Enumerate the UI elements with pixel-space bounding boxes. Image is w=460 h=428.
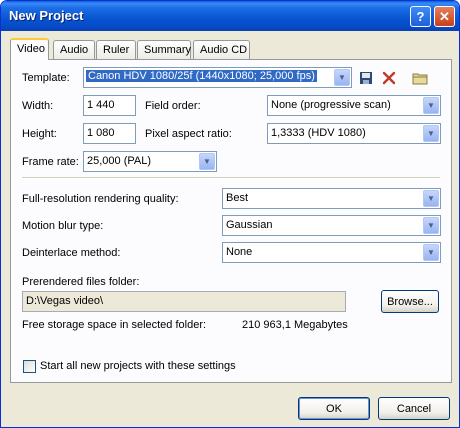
- storage-value: 210 963,1 Megabytes: [242, 319, 348, 331]
- deinterlace-select[interactable]: None ▼: [222, 242, 441, 263]
- save-template-icon[interactable]: [358, 70, 374, 86]
- tab-video[interactable]: Video: [10, 38, 49, 60]
- title-bar[interactable]: New Project ? ✕: [1, 1, 459, 31]
- render-quality-label: Full-resolution rendering quality:: [22, 193, 179, 205]
- chevron-down-icon: ▼: [199, 153, 215, 170]
- help-icon[interactable]: ?: [410, 6, 431, 27]
- field-order-label: Field order:: [145, 100, 201, 112]
- render-quality-select[interactable]: Best ▼: [222, 188, 441, 209]
- delete-template-icon[interactable]: [381, 70, 397, 86]
- template-select[interactable]: Canon HDV 1080/25f (1440x1080; 25,000 fp…: [83, 67, 352, 88]
- start-all-label: Start all new projects with these settin…: [40, 360, 236, 372]
- chevron-down-icon: ▼: [423, 190, 439, 207]
- motion-blur-value: Gaussian: [226, 219, 273, 231]
- tab-audio-cd[interactable]: Audio CD: [193, 40, 250, 59]
- tab-ruler[interactable]: Ruler: [96, 40, 136, 59]
- chevron-down-icon: ▼: [423, 125, 439, 142]
- field-order-value: None (progressive scan): [271, 99, 391, 111]
- frame-rate-select[interactable]: 25,000 (PAL) ▼: [83, 151, 217, 172]
- frame-rate-value: 25,000 (PAL): [87, 155, 152, 167]
- deinterlace-label: Deinterlace method:: [22, 247, 121, 259]
- chevron-down-icon: ▼: [423, 217, 439, 234]
- tab-audio[interactable]: Audio: [53, 40, 95, 59]
- prerendered-folder-field[interactable]: D:\Vegas video\: [22, 291, 346, 312]
- folder-icon[interactable]: [412, 70, 428, 86]
- prerendered-label: Prerendered files folder:: [22, 276, 140, 288]
- width-label: Width:: [22, 100, 54, 112]
- tab-summary[interactable]: Summary: [137, 40, 191, 59]
- chevron-down-icon: ▼: [423, 244, 439, 261]
- pixel-aspect-value: 1,3333 (HDV 1080): [271, 127, 366, 139]
- cancel-button[interactable]: Cancel: [378, 397, 450, 420]
- chevron-down-icon: ▼: [423, 97, 439, 114]
- video-settings-panel: Template: Canon HDV 1080/25f (1440x1080;…: [10, 59, 452, 383]
- storage-label: Free storage space in selected folder:: [22, 319, 207, 331]
- frame-rate-label: Frame rate:: [22, 156, 79, 168]
- motion-blur-select[interactable]: Gaussian ▼: [222, 215, 441, 236]
- close-icon[interactable]: ✕: [434, 6, 455, 27]
- pixel-aspect-label: Pixel aspect ratio:: [145, 128, 232, 140]
- height-field[interactable]: 1 080: [83, 123, 136, 144]
- browse-button[interactable]: Browse...: [381, 290, 439, 313]
- start-all-checkbox[interactable]: [23, 360, 36, 373]
- template-label: Template:: [22, 72, 70, 84]
- width-field[interactable]: 1 440: [83, 95, 136, 116]
- height-label: Height:: [22, 128, 57, 140]
- new-project-dialog: New Project ? ✕ Video Audio Ruler Summar…: [0, 0, 460, 428]
- deinterlace-value: None: [226, 246, 253, 258]
- window-title: New Project: [9, 8, 84, 23]
- field-order-select[interactable]: None (progressive scan) ▼: [267, 95, 441, 116]
- pixel-aspect-select[interactable]: 1,3333 (HDV 1080) ▼: [267, 123, 441, 144]
- motion-blur-label: Motion blur type:: [22, 220, 104, 232]
- chevron-down-icon: ▼: [334, 69, 350, 86]
- render-quality-value: Best: [226, 192, 249, 204]
- ok-button[interactable]: OK: [298, 397, 370, 420]
- divider: [22, 177, 440, 179]
- template-value: Canon HDV 1080/25f (1440x1080; 25,000 fp…: [86, 70, 317, 82]
